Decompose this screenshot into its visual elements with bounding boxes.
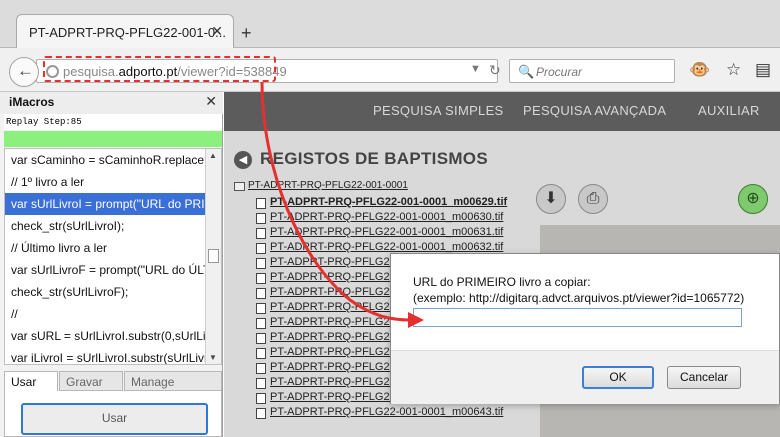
prompt-dialog: URL do PRIMEIRO livro a copiar: (exemplo… [390, 253, 780, 404]
scroll-up-icon[interactable]: ▲ [209, 151, 217, 160]
code-line[interactable]: // Último livro a ler [5, 237, 205, 259]
code-line[interactable]: check_str(sUrlLivroI); [5, 215, 205, 237]
back-arrow-icon: ← [17, 61, 34, 80]
code-line[interactable]: var iLivroI = sUrlLivroI.substr(sUrlLivr… [5, 347, 205, 364]
reading-list-icon[interactable]: ▤ [755, 60, 771, 80]
browser-tab[interactable]: PT-ADPRT-PRQ-PFLG22-001-0... ✕ [16, 14, 234, 49]
file-icon [256, 228, 266, 239]
site-nav: PESQUISA SIMPLES PESQUISA AVANÇADA AUXIL… [224, 92, 780, 131]
nav-pesquisa-simples[interactable]: PESQUISA SIMPLES [373, 103, 504, 118]
imacros-sidebar: iMacros ✕ Replay Step:85 var sCaminho = … [0, 92, 223, 437]
back-circle-icon[interactable]: ◀ [234, 151, 252, 169]
code-line[interactable]: var sUrlLivroF = prompt("URL do ÚLTIMO [5, 259, 205, 281]
search-icon: 🔍 [518, 64, 535, 79]
tab-close-icon[interactable]: ✕ [211, 23, 223, 40]
search-placeholder: Procurar [536, 65, 583, 79]
print-icon[interactable]: ⎙ [578, 184, 608, 214]
file-icon [256, 213, 266, 224]
reload-icon[interactable]: ↻ [489, 62, 501, 79]
file-icon [256, 348, 266, 359]
code-line-selected[interactable]: var sUrlLivroI = prompt("URL do PRIMEIRO [5, 193, 205, 215]
file-icon [256, 243, 266, 254]
tab-strip: PT-ADPRT-PRQ-PFLG22-001-0... ✕ + [0, 0, 780, 49]
code-line[interactable]: // [5, 303, 205, 325]
sidebar-close-icon[interactable]: ✕ [205, 93, 217, 110]
file-icon [256, 303, 266, 314]
file-icon [256, 288, 266, 299]
download-icon[interactable]: ⬇ [536, 184, 566, 214]
folder-link[interactable]: PT-ADPRT-PRQ-PFLG22-001-0001 [248, 180, 408, 191]
macro-code-view[interactable]: var sCaminho = sCaminhoR.replace // 1º l… [4, 148, 222, 365]
file-icon [256, 318, 266, 329]
nav-auxiliar[interactable]: AUXILIAR [698, 103, 760, 118]
file-icon [256, 333, 266, 344]
usar-panel: Usar [4, 391, 222, 437]
code-scrollbar[interactable]: ▲ ▼ [205, 149, 221, 364]
url-dropdown-icon[interactable]: ▼ [470, 63, 481, 75]
file-icon [256, 378, 266, 389]
tab-usar[interactable]: Usar [4, 371, 58, 391]
url-input[interactable] [413, 308, 742, 327]
file-icon [256, 408, 266, 419]
cancel-button[interactable]: Cancelar [667, 366, 741, 389]
file-icon [256, 258, 266, 269]
page-title: REGISTOS DE BAPTISMOS [260, 149, 488, 168]
tab-title: PT-ADPRT-PRQ-PFLG22-001-0... [29, 25, 226, 40]
zoom-in-icon[interactable]: ⊕ [738, 184, 768, 214]
dialog-footer: OK Cancelar [391, 350, 779, 404]
code-line[interactable]: // 1º livro a ler [5, 171, 205, 193]
usar-button[interactable]: Usar [21, 403, 208, 435]
folder-icon [234, 182, 245, 191]
scroll-thumb[interactable] [208, 249, 219, 263]
dialog-body: URL do PRIMEIRO livro a copiar: (exemplo… [391, 254, 779, 350]
file-icon [256, 393, 266, 404]
back-button[interactable]: ← [9, 57, 39, 87]
bookmark-star-icon[interactable]: ☆ [726, 60, 741, 80]
tab-gravar[interactable]: Gravar [59, 371, 123, 391]
replay-status: Replay Step:85 [4, 114, 222, 130]
new-tab-button[interactable]: + [241, 23, 252, 44]
file-icon [256, 363, 266, 374]
code-line[interactable]: check_str(sUrlLivroF); [5, 281, 205, 303]
scroll-down-icon[interactable]: ▼ [209, 353, 217, 362]
file-icon [256, 198, 266, 209]
dialog-example: (exemplo: http://digitarq.advct.arquivos… [413, 291, 745, 305]
sidebar-header: iMacros ✕ [0, 92, 223, 114]
nav-pesquisa-avancada[interactable]: PESQUISA AVANÇADA [523, 103, 666, 118]
url-highlight-annotation [43, 56, 276, 82]
file-icon [256, 273, 266, 284]
code-line[interactable]: var sURL = sUrlLivroI.substr(0,sUrlLivro… [5, 325, 205, 347]
ok-button[interactable]: OK [582, 366, 654, 389]
progress-bar [4, 131, 222, 147]
sidebar-title: iMacros [9, 95, 55, 109]
search-box[interactable]: 🔍 Procurar [509, 59, 675, 83]
tab-manage[interactable]: Manage [124, 371, 222, 391]
imacros-icon[interactable]: 🐵 [689, 60, 710, 80]
sidebar-tabs: Usar Gravar Manage [4, 371, 222, 391]
code-line[interactable]: var sCaminho = sCaminhoR.replace [5, 149, 205, 171]
dialog-message: URL do PRIMEIRO livro a copiar: [413, 275, 591, 289]
